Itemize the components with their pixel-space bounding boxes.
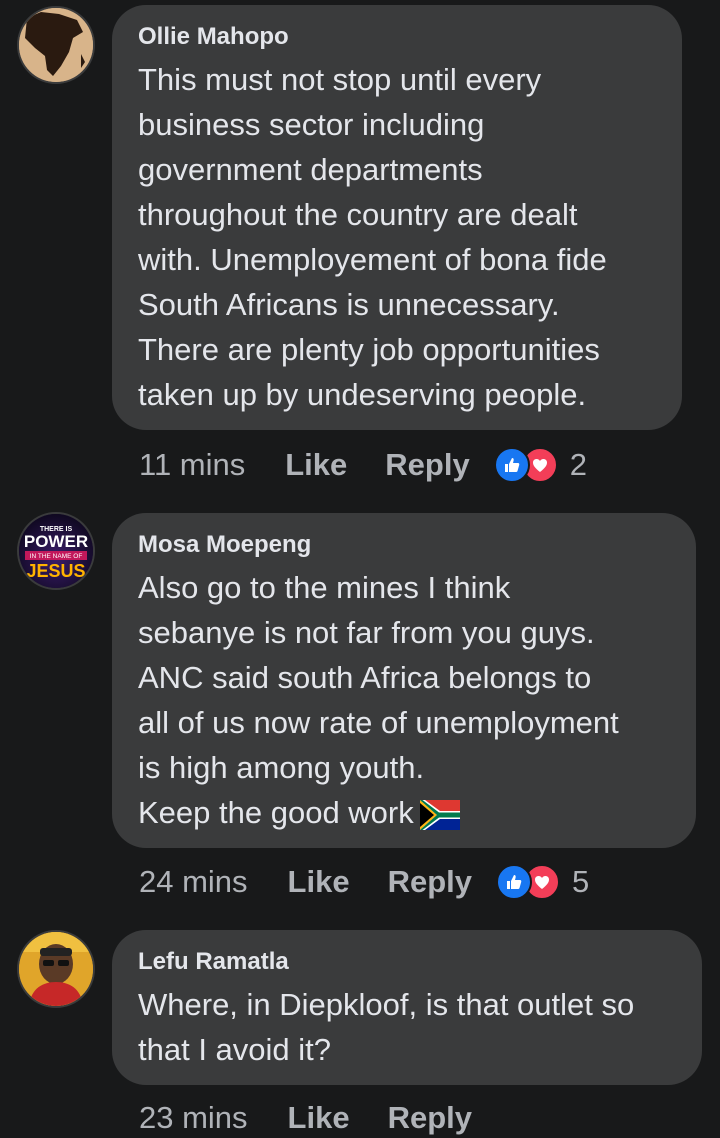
- reply-button[interactable]: Reply: [385, 447, 469, 483]
- comment-timestamp[interactable]: 23 mins: [139, 1100, 248, 1136]
- avatar-text-line: POWER: [24, 532, 88, 551]
- reactions-summary[interactable]: [496, 864, 560, 900]
- comment-author[interactable]: Ollie Mahopo: [138, 23, 656, 51]
- avatar[interactable]: [17, 6, 95, 84]
- reactions-summary[interactable]: [493, 447, 558, 483]
- comment-bubble: Ollie Mahopo This must not stop until ev…: [112, 5, 682, 430]
- south-africa-flag-icon: [419, 799, 460, 830]
- comment-text-content: Also go to the mines I think sebanye is …: [138, 570, 619, 830]
- comment-bubble: Lefu Ramatla Where, in Diepkloof, is tha…: [112, 930, 702, 1085]
- comment-actions: 23 mins Like Reply: [139, 1098, 496, 1138]
- avatar-text-line: IN THE NAME OF: [30, 553, 83, 560]
- person-avatar-icon: [19, 932, 93, 1006]
- reply-button[interactable]: Reply: [388, 864, 472, 900]
- like-button[interactable]: Like: [288, 864, 350, 900]
- avatar-text-line: JESUS: [26, 561, 85, 581]
- power-jesus-avatar-icon: THERE IS POWER IN THE NAME OF JESUS: [19, 514, 93, 588]
- comment-bubble: Mosa Moepeng Also go to the mines I thin…: [112, 513, 696, 848]
- like-icon: [493, 447, 530, 483]
- comment-actions: 24 mins Like Reply 5: [139, 862, 589, 902]
- reaction-count[interactable]: 5: [572, 864, 589, 900]
- like-button[interactable]: Like: [285, 447, 347, 483]
- africa-map-avatar-icon: [19, 8, 93, 82]
- reaction-count[interactable]: 2: [570, 447, 587, 483]
- like-button[interactable]: Like: [288, 1100, 350, 1136]
- comment-author[interactable]: Lefu Ramatla: [138, 948, 676, 976]
- comment-timestamp[interactable]: 24 mins: [139, 864, 248, 900]
- reply-button[interactable]: Reply: [388, 1100, 472, 1136]
- comment-actions: 11 mins Like Reply 2: [139, 445, 587, 485]
- comment-text: This must not stop until every business …: [138, 62, 607, 412]
- avatar[interactable]: THERE IS POWER IN THE NAME OF JESUS: [17, 512, 95, 590]
- comment-text: Also go to the mines I think sebanye is …: [138, 565, 670, 835]
- avatar[interactable]: [17, 930, 95, 1008]
- comment-author[interactable]: Mosa Moepeng: [138, 531, 670, 559]
- comment-text: Where, in Diepkloof, is that outlet so t…: [138, 987, 635, 1067]
- comment-timestamp[interactable]: 11 mins: [139, 447, 245, 483]
- like-icon: [496, 864, 532, 900]
